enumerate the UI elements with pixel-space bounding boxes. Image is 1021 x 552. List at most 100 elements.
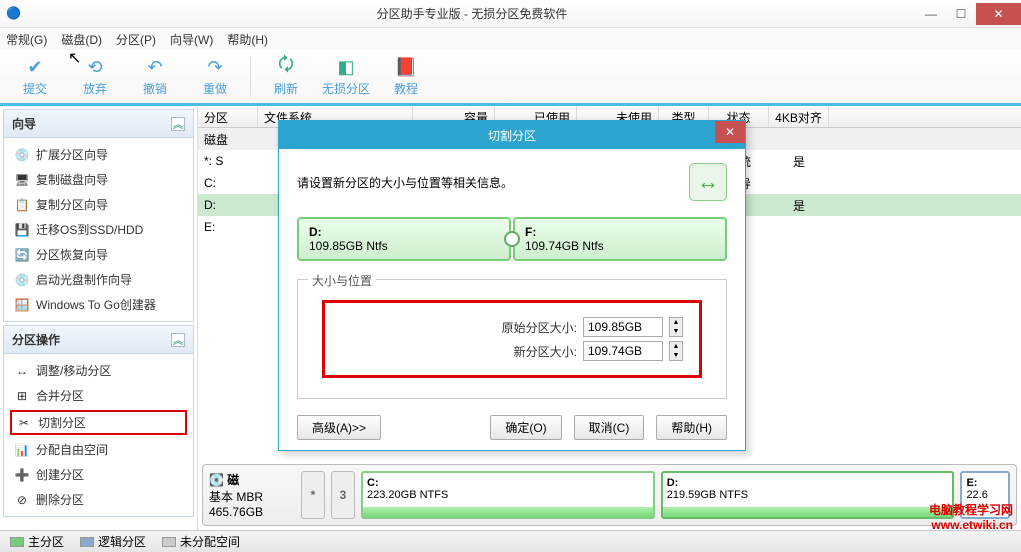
delete-icon: ⊘ xyxy=(14,492,30,508)
ok-button[interactable]: 确定(O) xyxy=(490,415,561,440)
sidebar-item-extend[interactable]: 💿扩展分区向导 xyxy=(4,142,193,167)
wizard-panel: 向导 ︽ 💿扩展分区向导 🖥复制磁盘向导 📋复制分区向导 💾迁移OS到SSD/H… xyxy=(3,109,194,322)
copy-icon: 📋 xyxy=(14,197,30,213)
size-position-fieldset: 大小与位置 原始分区大小: ▲▼ 新分区大小: ▲▼ xyxy=(297,279,727,399)
original-size-input[interactable] xyxy=(583,317,663,337)
collapse-icon[interactable]: ︽ xyxy=(171,117,185,131)
book-icon: 📕 xyxy=(395,56,417,78)
window-controls: — ☐ ✕ xyxy=(916,3,1021,25)
recover-icon: 🔄 xyxy=(14,247,30,263)
usage-band xyxy=(363,507,653,517)
advanced-button[interactable]: 高级(A)>> xyxy=(297,415,381,440)
split-icon: ✂ xyxy=(16,415,32,431)
resize-button[interactable]: ◧无损分区 xyxy=(321,56,371,97)
sidebar-item-bootcd[interactable]: 💿启动光盘制作向导 xyxy=(4,267,193,292)
copy-icon: 🖥 xyxy=(14,172,30,188)
wizard-panel-header[interactable]: 向导 ︽ xyxy=(3,109,194,138)
usage-band xyxy=(663,507,953,517)
merge-icon: ⊞ xyxy=(14,388,30,404)
sidebar-item-create[interactable]: ➕创建分区 xyxy=(4,462,193,487)
discard-icon: ⟲ xyxy=(84,56,106,78)
dialog-description: 请设置新分区的大小与位置等相关信息。 xyxy=(297,174,513,191)
resize-icon: ↔ xyxy=(14,363,30,379)
split-slider[interactable]: D: 109.85GB Ntfs F: 109.74GB Ntfs xyxy=(297,217,727,261)
refresh-button[interactable]: 🗘刷新 xyxy=(261,56,311,97)
cancel-button[interactable]: 取消(C) xyxy=(574,415,645,440)
original-size-label: 原始分区大小: xyxy=(502,319,577,336)
sidebar-item-split[interactable]: ✂切割分区 xyxy=(10,410,187,435)
redo-icon: ↷ xyxy=(204,56,226,78)
menu-general[interactable]: 常规(G) xyxy=(6,31,47,48)
toolbar: ✔提交 ⟲放弃 ↶撤销 ↷重做 🗘刷新 ◧无损分区 📕教程 xyxy=(0,50,1021,106)
disk-icon: 💽 xyxy=(209,473,224,487)
close-button[interactable]: ✕ xyxy=(976,3,1021,25)
create-icon: ➕ xyxy=(14,467,30,483)
col-partition[interactable]: 分区 xyxy=(198,106,258,127)
maximize-button[interactable]: ☐ xyxy=(946,3,976,25)
legend-primary: 主分区 xyxy=(10,533,64,550)
original-size-spinner[interactable]: ▲▼ xyxy=(669,317,683,337)
operations-panel-header[interactable]: 分区操作 ︽ xyxy=(3,325,194,354)
new-size-input[interactable] xyxy=(583,341,663,361)
undo-button[interactable]: ↶撤销 xyxy=(130,56,180,97)
highlight-box: 原始分区大小: ▲▼ 新分区大小: ▲▼ xyxy=(322,300,702,378)
new-size-label: 新分区大小: xyxy=(514,343,577,360)
menu-help[interactable]: 帮助(H) xyxy=(227,31,268,48)
sidebar-item-resize[interactable]: ↔调整/移动分区 xyxy=(4,358,193,383)
sidebar-item-wintogo[interactable]: 🪟Windows To Go创建器 xyxy=(4,292,193,317)
undo-icon: ↶ xyxy=(144,56,166,78)
slider-segment-f: F: 109.74GB Ntfs xyxy=(513,217,727,261)
legend-logical: 逻辑分区 xyxy=(80,533,146,550)
toolbar-separator xyxy=(250,57,251,97)
sidebar-item-migrate[interactable]: 💾迁移OS到SSD/HDD xyxy=(4,217,193,242)
partition-segment-sys[interactable]: * xyxy=(301,471,325,519)
disk-info: 💽 磁 基本 MBR 465.76GB xyxy=(209,471,295,519)
partition-segment-d[interactable]: D: 219.59GB NTFS xyxy=(661,471,955,519)
sidebar-item-recover[interactable]: 🔄分区恢复向导 xyxy=(4,242,193,267)
split-dialog: 切割分区 ✕ 请设置新分区的大小与位置等相关信息。 ↔ D: 109.85GB … xyxy=(278,120,746,451)
disk-layout-bar: 💽 磁 基本 MBR 465.76GB * 3 C: 223.20GB NTFS… xyxy=(202,464,1017,526)
watermark: 电脑教程学习网 www.etwiki.cn xyxy=(929,501,1013,532)
ssd-icon: 💾 xyxy=(14,222,30,238)
partition-segment-c[interactable]: C: 223.20GB NTFS xyxy=(361,471,655,519)
slider-segment-d: D: 109.85GB Ntfs xyxy=(297,217,511,261)
sidebar-item-delete[interactable]: ⊘删除分区 xyxy=(4,487,193,512)
disk-icon: 💿 xyxy=(14,147,30,163)
menubar: 常规(G) 磁盘(D) 分区(P) 向导(W) 帮助(H) xyxy=(0,28,1021,50)
windows-icon: 🪟 xyxy=(14,297,30,313)
partition-segment-num[interactable]: 3 xyxy=(331,471,355,519)
dialog-titlebar[interactable]: 切割分区 ✕ xyxy=(279,121,745,149)
partition-icon: ↔ xyxy=(689,163,727,201)
new-size-spinner[interactable]: ▲▼ xyxy=(669,341,683,361)
allocate-icon: 📊 xyxy=(14,442,30,458)
cd-icon: 💿 xyxy=(14,272,30,288)
statusbar: 主分区 逻辑分区 未分配空间 xyxy=(0,530,1021,552)
diskbar-area: 💽 磁 基本 MBR 465.76GB * 3 C: 223.20GB NTFS… xyxy=(198,460,1021,530)
sidebar-item-copydisk[interactable]: 🖥复制磁盘向导 xyxy=(4,167,193,192)
tutorial-button[interactable]: 📕教程 xyxy=(381,56,431,97)
app-icon: 🔵 xyxy=(6,6,22,22)
sidebar-item-merge[interactable]: ⊞合并分区 xyxy=(4,383,193,408)
redo-button[interactable]: ↷重做 xyxy=(190,56,240,97)
commit-button[interactable]: ✔提交 xyxy=(10,56,60,97)
col-4k[interactable]: 4KB对齐 xyxy=(769,106,829,127)
refresh-icon: 🗘 xyxy=(275,56,297,78)
legend-unalloc: 未分配空间 xyxy=(162,533,240,550)
titlebar: 🔵 分区助手专业版 - 无损分区免费软件 — ☐ ✕ xyxy=(0,0,1021,28)
discard-button[interactable]: ⟲放弃 xyxy=(70,56,120,97)
sidebar-item-copypart[interactable]: 📋复制分区向导 xyxy=(4,192,193,217)
minimize-button[interactable]: — xyxy=(916,3,946,25)
menu-wizard[interactable]: 向导(W) xyxy=(170,31,213,48)
slider-handle[interactable] xyxy=(504,231,520,247)
menu-partition[interactable]: 分区(P) xyxy=(116,31,156,48)
collapse-icon[interactable]: ︽ xyxy=(171,333,185,347)
window-title: 分区助手专业版 - 无损分区免费软件 xyxy=(28,5,916,22)
sidebar: 向导 ︽ 💿扩展分区向导 🖥复制磁盘向导 📋复制分区向导 💾迁移OS到SSD/H… xyxy=(0,106,198,530)
sidebar-item-allocate[interactable]: 📊分配自由空间 xyxy=(4,437,193,462)
dialog-close-button[interactable]: ✕ xyxy=(715,121,745,143)
operations-panel: 分区操作 ︽ ↔调整/移动分区 ⊞合并分区 ✂切割分区 📊分配自由空间 ➕创建分… xyxy=(3,325,194,517)
resize-icon: ◧ xyxy=(335,56,357,78)
help-button[interactable]: 帮助(H) xyxy=(656,415,727,440)
check-icon: ✔ xyxy=(24,56,46,78)
menu-disk[interactable]: 磁盘(D) xyxy=(61,31,102,48)
